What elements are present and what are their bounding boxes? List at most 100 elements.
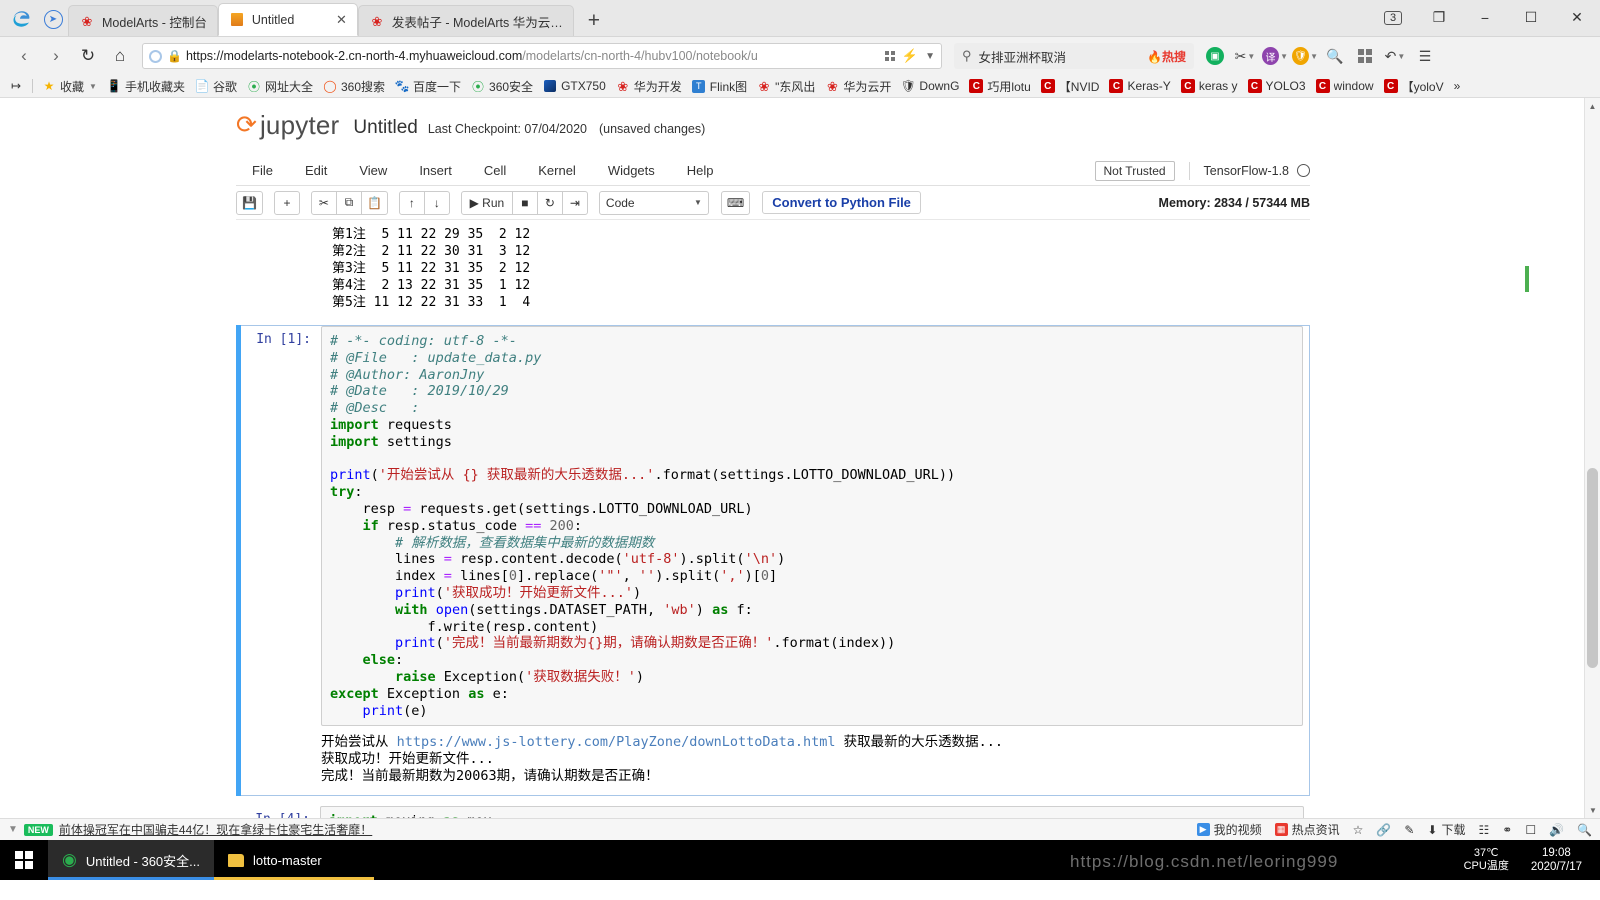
history-icon[interactable]: ↶ ▼	[1382, 43, 1408, 69]
insert-cell-button[interactable]: +	[273, 190, 300, 215]
move-cell-up-button[interactable]: ↑	[398, 190, 425, 215]
taskbar-item-folder[interactable]: lotto-master	[214, 840, 375, 880]
bookmark-item-13[interactable]: C 巧用lotu	[964, 78, 1035, 95]
menu-file[interactable]: File	[236, 163, 289, 178]
command-palette-button[interactable]: ⌨	[720, 190, 751, 215]
code-editor-2[interactable]: import moxing as mox	[320, 806, 1304, 818]
apps-grid-icon[interactable]	[1352, 43, 1378, 69]
code-editor-1[interactable]: # -*- coding: utf-8 -*- # @File : update_…	[321, 326, 1303, 727]
start-button[interactable]	[0, 840, 48, 880]
search-icon[interactable]: 🔍	[1577, 823, 1592, 837]
page-scrollbar[interactable]: ▲ ▼	[1584, 98, 1600, 818]
bookmark-item-14[interactable]: C 【NVID	[1036, 78, 1105, 95]
restart-run-all-button[interactable]: ⇥	[561, 190, 588, 215]
bookmark-item-7[interactable]: GTX750	[538, 79, 611, 93]
maximize-window-button[interactable]: ☐	[1508, 0, 1554, 36]
save-button[interactable]: 💾	[236, 190, 263, 215]
taskbar-item-browser[interactable]: ◉ Untitled - 360安全...	[48, 840, 215, 880]
browser-tab-2[interactable]: ❀ 发表帖子 - ModelArts 华为云…	[357, 5, 574, 36]
bookmark-item-11[interactable]: ❀ 华为云开	[820, 78, 896, 95]
download-button[interactable]: ⬇ 下载	[1427, 821, 1465, 838]
scrollbar-thumb[interactable]	[1587, 468, 1598, 668]
bookmark-item-19[interactable]: C 【yoloV	[1379, 78, 1449, 95]
bookmark-item-12[interactable]: 🛡 DownG	[896, 79, 964, 93]
bookmark-item-3[interactable]: ⦿ 网址大全	[242, 78, 318, 95]
convert-to-python-file-button[interactable]: Convert to Python File	[762, 191, 921, 214]
forward-button[interactable]: ›	[40, 41, 72, 71]
interrupt-kernel-button[interactable]: ■	[511, 190, 538, 215]
zoom-icon[interactable]: 🔍	[1322, 43, 1348, 69]
browser-tab-1[interactable]: Untitled ✕	[217, 3, 358, 36]
cell-type-select[interactable]: Code ▼	[598, 190, 709, 215]
back-button[interactable]: ‹	[8, 41, 40, 71]
bookmark-item-16[interactable]: Ckeras y	[1176, 79, 1243, 93]
window-icon[interactable]: ☐	[1525, 823, 1536, 837]
scissors-icon[interactable]: ✂ ▼	[1232, 43, 1258, 69]
guard-icon[interactable]: 🛡 ▼	[1292, 43, 1318, 69]
jupyter-logo[interactable]: ⟳ jupyter	[236, 110, 339, 141]
menu-kernel[interactable]: Kernel	[522, 163, 592, 178]
chevron-down-icon[interactable]: ▼	[925, 51, 935, 62]
bookmark-item-15[interactable]: C Keras-Y	[1104, 79, 1175, 93]
home-button[interactable]: ⌂	[104, 41, 136, 71]
qr-code-icon[interactable]	[885, 51, 895, 61]
bookmark-item-6[interactable]: ⦿ 360安全	[466, 78, 538, 95]
bookmark-item-0[interactable]: ★ 收藏 ▼	[37, 78, 102, 95]
close-window-button[interactable]: ✕	[1554, 0, 1600, 36]
lightning-icon[interactable]: ⚡	[902, 48, 918, 64]
bookmark-item-2[interactable]: 📄 谷歌	[190, 78, 242, 95]
taskbar-clock[interactable]: 19:08 2020/7/17	[1519, 846, 1594, 874]
new-tab-button[interactable]: +	[574, 9, 614, 36]
ticker-headline-link[interactable]: 前体操冠军在中国骗走44亿！现在拿绿卡住豪宅生活奢靡！	[59, 821, 372, 838]
trust-status-badge[interactable]: Not Trusted	[1094, 160, 1175, 181]
menu-icon[interactable]: ☰	[1412, 43, 1438, 69]
chevron-down-icon[interactable]: ▼	[8, 824, 18, 835]
link-icon[interactable]: 🔗	[1376, 823, 1391, 837]
collection-nav-icon[interactable]: ➤	[38, 3, 68, 36]
browser-tab-0[interactable]: ❀ ModelArts - 控制台	[68, 5, 218, 36]
bookmark-item-8[interactable]: ❀ 华为开发	[611, 78, 687, 95]
copy-cell-button[interactable]: ⧉	[335, 190, 362, 215]
bookmarks-overflow-button[interactable]: »	[1449, 79, 1466, 93]
address-bar[interactable]: 🔒 https://modelarts-notebook-2.cn-north-…	[142, 43, 942, 69]
tab-count-badge[interactable]: 3	[1370, 0, 1416, 36]
pen-icon[interactable]: ✎	[1404, 823, 1414, 837]
chain-icon[interactable]: ⚭	[1502, 823, 1512, 837]
restore-window-icon[interactable]: ❐	[1416, 0, 1462, 36]
bookmark-item-9[interactable]: T Flink图	[687, 78, 752, 95]
search-input[interactable]: 女排亚洲杯取消	[979, 47, 1067, 66]
menu-widgets[interactable]: Widgets	[592, 163, 671, 178]
menu-view[interactable]: View	[343, 163, 403, 178]
bookmarks-expand-icon[interactable]: ↦	[6, 79, 28, 93]
menu-insert[interactable]: Insert	[403, 163, 468, 178]
hot-news-button[interactable]: ▦ 热点资讯	[1274, 821, 1340, 838]
reload-button[interactable]: ↻	[72, 41, 104, 71]
minimize-window-button[interactable]: −	[1462, 0, 1508, 36]
cpu-temperature-widget[interactable]: 37℃ CPU温度	[1454, 847, 1519, 873]
bookmark-item-4[interactable]: ◯ 360搜索	[318, 78, 390, 95]
cut-cell-button[interactable]: ✂	[310, 190, 337, 215]
scroll-up-arrow[interactable]: ▲	[1585, 98, 1600, 114]
qr-icon[interactable]: ☷	[1479, 823, 1490, 837]
scroll-down-arrow[interactable]: ▼	[1585, 802, 1600, 818]
menu-cell[interactable]: Cell	[468, 163, 522, 178]
notebook-cell-2[interactable]: In [4]: import moxing as mox	[236, 806, 1310, 818]
bookmark-item-1[interactable]: 📱 手机收藏夹	[102, 78, 190, 95]
run-cell-button[interactable]: ▶ Run	[460, 190, 513, 215]
notebook-name[interactable]: Untitled	[353, 117, 417, 139]
shield-green-icon[interactable]: ▣	[1202, 43, 1228, 69]
search-box[interactable]: ⚲ 女排亚洲杯取消 🔥热搜	[954, 43, 1194, 69]
bookmark-item-5[interactable]: 🐾 百度一下	[390, 78, 466, 95]
menu-help[interactable]: Help	[671, 163, 730, 178]
bookmark-item-10[interactable]: ❀ "东风出	[752, 78, 820, 95]
move-cell-down-button[interactable]: ↓	[423, 190, 450, 215]
bookmark-item-17[interactable]: C YOLO3	[1243, 79, 1311, 93]
notebook-cell-1[interactable]: In [1]: # -*- coding: utf-8 -*- # @File :…	[236, 325, 1310, 797]
translate-icon[interactable]: 译 ▼	[1262, 43, 1288, 69]
close-tab-icon[interactable]: ✕	[336, 12, 347, 28]
my-videos-button[interactable]: ▶ 我的视频	[1196, 821, 1262, 838]
bookmark-item-18[interactable]: Cwindow	[1311, 79, 1379, 93]
volume-icon[interactable]: 🔊	[1549, 823, 1564, 837]
paste-cell-button[interactable]: 📋	[360, 190, 388, 215]
menu-edit[interactable]: Edit	[289, 163, 343, 178]
